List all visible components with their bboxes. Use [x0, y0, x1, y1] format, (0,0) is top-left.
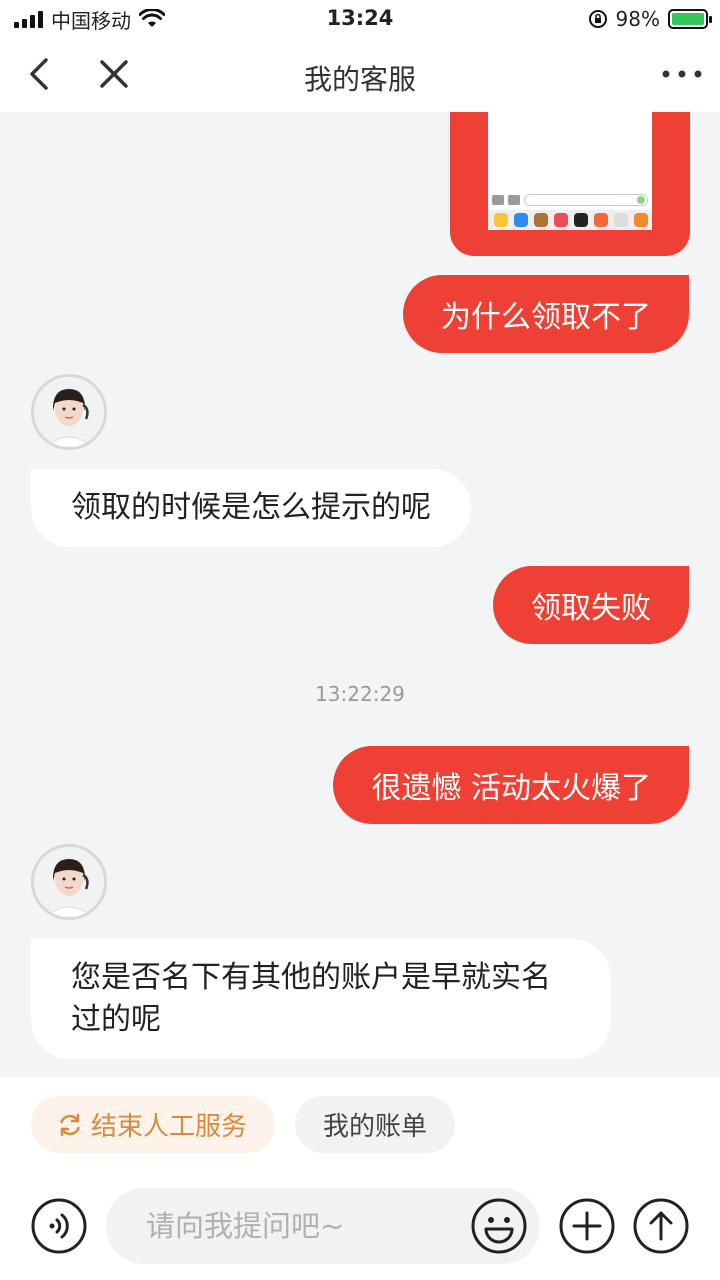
end-service-button[interactable]: 结束人工服务: [31, 1096, 276, 1153]
message-bubble-agent: 领取的时候是怎么提示的呢: [31, 469, 471, 547]
screenshot-thumbnail: [488, 112, 652, 230]
my-bill-button[interactable]: 我的账单: [295, 1096, 456, 1153]
message-input[interactable]: [146, 1209, 446, 1243]
composer-panel: 结束人工服务 我的账单: [0, 1077, 720, 1280]
chat-area[interactable]: 为什么领取不了 领取的时候是怎么提示的呢 领取失败 13:22:29 很遗憾 活…: [0, 112, 720, 1077]
more-icon[interactable]: [660, 54, 704, 94]
orientation-lock-icon: [588, 10, 607, 28]
battery-icon: [668, 9, 712, 29]
message-input-box[interactable]: [106, 1188, 540, 1264]
appstore-icon: [514, 213, 528, 227]
voice-icon[interactable]: [30, 1197, 88, 1255]
app-icon: [634, 213, 648, 227]
status-bar: 中国移动 13:24 98%: [0, 0, 720, 38]
camera-icon: [492, 195, 504, 205]
app-icon: [574, 213, 588, 227]
appstore-icon: [508, 195, 520, 205]
app-icon: [534, 213, 548, 227]
emoji-icon[interactable]: [470, 1197, 528, 1255]
plus-icon[interactable]: [558, 1197, 616, 1255]
agent-avatar: [31, 374, 107, 450]
music-icon: [554, 213, 568, 227]
message-timestamp: 13:22:29: [315, 682, 405, 706]
battery-percent: 98%: [615, 7, 660, 31]
agent-avatar: [31, 844, 107, 920]
message-bubble-user: 为什么领取不了: [403, 275, 689, 353]
image-message[interactable]: [450, 112, 690, 256]
nav-bar: 我的客服: [0, 38, 720, 112]
agent-avatar-image: [34, 847, 104, 917]
message-bubble-agent: 您是否名下有其他的账户是早就实名过的呢: [31, 939, 611, 1059]
app-icon: [614, 213, 628, 227]
thumbnail-input-row: [492, 192, 648, 208]
thumbnail-app-row: [488, 210, 652, 230]
end-service-label: 结束人工服务: [91, 1112, 248, 1142]
message-bubble-user: 很遗憾 活动太火爆了: [333, 746, 689, 824]
app-icon: [594, 213, 608, 227]
photos-icon: [494, 213, 508, 227]
refresh-icon: [60, 1113, 80, 1136]
status-right: 98%: [588, 6, 712, 32]
send-up-icon[interactable]: [632, 1197, 690, 1255]
agent-avatar-image: [34, 377, 104, 447]
message-bubble-user: 领取失败: [493, 566, 689, 644]
page-title: 我的客服: [303, 63, 416, 96]
thumbnail-field: [524, 194, 648, 206]
